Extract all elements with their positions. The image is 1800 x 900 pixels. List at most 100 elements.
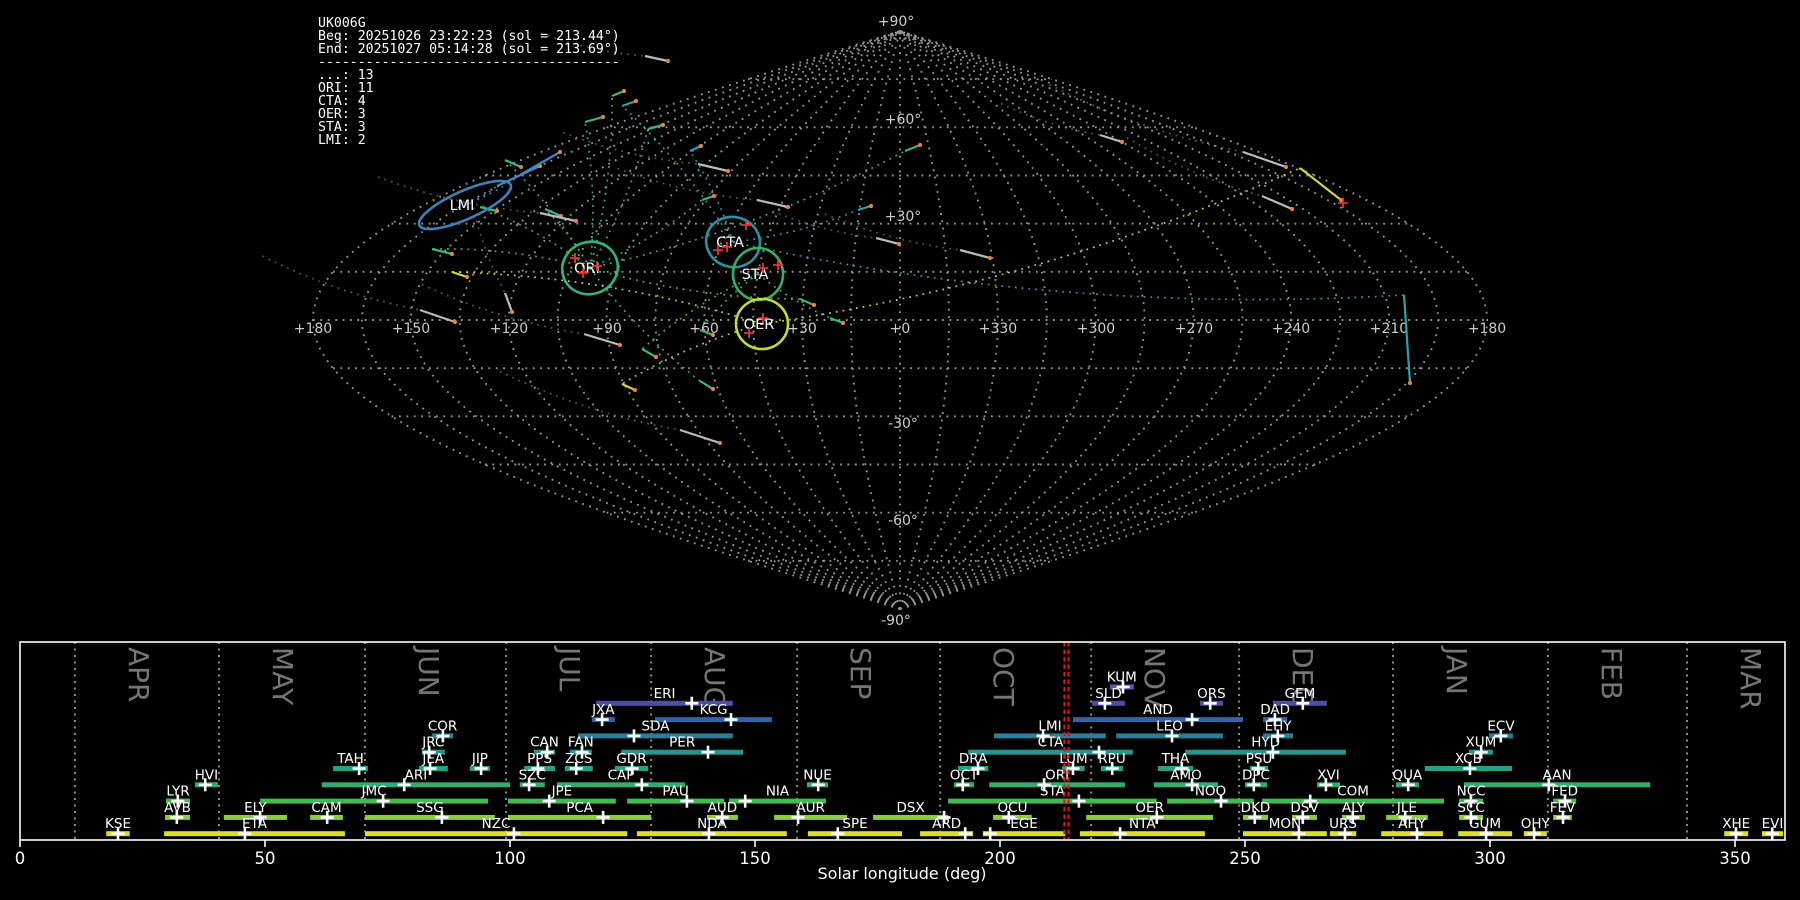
shower-bars: KUM ERI SLD ORS GEM JXA KCG AND DAD COR SDA LMI LEO E… <box>105 670 1783 841</box>
shower-code-label-ORS: ORS <box>1197 686 1226 702</box>
x-tick-label: 0 <box>15 849 26 868</box>
shower-code-label-XVI: XVI <box>1317 767 1339 783</box>
shower-code-label-COM: COM <box>1337 784 1369 800</box>
shower-code-label-JIP: JIP <box>471 751 488 767</box>
ra-axis-label: +90 <box>592 321 622 337</box>
meteor-endpoint-dot <box>573 218 579 224</box>
ra-axis-label: +0 <box>890 321 911 337</box>
shower-code-label-JEA: JEA <box>421 751 445 767</box>
shower-code-label-JRC: JRC <box>421 735 444 751</box>
meteor-endpoint-dot <box>840 320 846 326</box>
shower-code-label-AAN: AAN <box>1543 767 1572 783</box>
meteor-endpoint-dot <box>464 274 470 280</box>
meteor-endpoint-dot <box>785 204 791 210</box>
shower-code-label-SSG: SSG <box>416 800 444 816</box>
shower-code-label-FAN: FAN <box>568 735 594 751</box>
shower-code-label-KSE: KSE <box>105 816 131 832</box>
x-tick-label: 300 <box>1474 849 1506 868</box>
shower-code-label-DKD: DKD <box>1241 800 1271 816</box>
meteor-endpoint-dot <box>633 98 639 104</box>
shower-code-label-EHY: EHY <box>1265 718 1293 734</box>
ra-axis-label: +180 <box>294 321 332 337</box>
meteor-trail <box>431 247 453 256</box>
shower-max-cross-NTA <box>1113 827 1127 841</box>
meteor-trail <box>1299 167 1342 201</box>
meteor-path-extension <box>757 273 831 319</box>
meteor-path-extension <box>589 128 649 269</box>
x-tick-label: 50 <box>255 849 276 868</box>
observation-header: UK006G Beg: 20251026 23:22:23 (sol = 213.… <box>318 17 620 147</box>
ra-axis-label: +300 <box>1077 321 1115 337</box>
meteor-path-extension <box>617 167 758 201</box>
meteor-endpoint-dot <box>653 354 659 360</box>
shower-code-label-NZC: NZC <box>482 816 511 832</box>
shower-code-label-XCB: XCB <box>1455 751 1482 767</box>
shower-code-label-GEM: GEM <box>1285 686 1316 702</box>
shower-code-label-EVI: EVI <box>1762 816 1784 832</box>
radiant-label-LMI: LMI <box>450 198 475 214</box>
month-label: APR <box>122 647 155 703</box>
meridian-line <box>899 30 1097 610</box>
radiant-label-ORI: ORI <box>574 261 600 277</box>
shower-code-label-NOO: NOO <box>1195 784 1226 800</box>
shower-code-label-ARD: ARD <box>932 816 961 832</box>
shower-code-label-COR: COR <box>428 718 457 734</box>
ra-axis-label: +270 <box>1175 321 1213 337</box>
meteor-endpoint-dot <box>710 332 716 338</box>
ra-axis-label: +30 <box>787 321 817 337</box>
meteor-path-extension <box>589 267 801 300</box>
shower-code-label-FEV: FEV <box>1550 800 1576 816</box>
shower-code-label-ZCS: ZCS <box>565 751 592 767</box>
shower-max-cross-EGE <box>983 827 997 841</box>
dec-axis-label: +30° <box>885 209 922 225</box>
shower-code-label-PCA: PCA <box>566 800 594 816</box>
dec-axis-label: +60° <box>885 112 922 128</box>
shower-code-label-ELY: ELY <box>244 800 267 816</box>
shower-code-label-RPU: RPU <box>1098 751 1125 767</box>
meteor-endpoint-dot <box>710 386 716 392</box>
shower-code-label-SLD: SLD <box>1095 686 1122 702</box>
meteor-endpoint-dot <box>509 309 515 315</box>
shower-code-label-AHY: AHY <box>1398 816 1426 832</box>
shower-code-label-XHE: XHE <box>1722 816 1750 832</box>
meteor-trail <box>1402 294 1412 384</box>
shower-code-label-NDA: NDA <box>697 816 727 832</box>
header-line: LMI: 2 <box>318 133 366 148</box>
shower-code-label-MON: MON <box>1269 816 1301 832</box>
meteor-trail <box>621 383 636 391</box>
shower-max-cross-AND <box>1185 713 1199 727</box>
meteor-trail <box>875 236 900 246</box>
meteor-endpoint-dot <box>717 440 723 446</box>
shower-max-cross-STA <box>1072 794 1086 808</box>
shower-code-label-DPC: DPC <box>1242 767 1270 783</box>
shower-code-label-CAP: CAP <box>608 767 635 783</box>
month-label: NOV <box>1138 647 1171 709</box>
month-label: SEP <box>844 647 877 699</box>
shower-code-label-DSX: DSX <box>896 800 924 816</box>
shower-code-label-CTA: CTA <box>1038 735 1065 751</box>
meteor-endpoint-dot <box>1407 380 1413 386</box>
shower-code-label-OER: OER <box>1135 800 1164 816</box>
month-label: MAR <box>1734 647 1767 710</box>
shower-max-cross-PER <box>701 745 715 759</box>
shower-code-label-QUA: QUA <box>1393 767 1424 783</box>
south-pole-label: -90° <box>881 613 911 629</box>
shower-code-label-SZC: SZC <box>519 767 546 783</box>
meteor-endpoint-dot <box>698 143 704 149</box>
shower-max-cross-ERI <box>685 696 699 710</box>
meteor-trail <box>519 151 561 176</box>
meteor-trail <box>621 99 637 108</box>
x-tick-label: 200 <box>984 849 1016 868</box>
shower-code-label-DAD: DAD <box>1260 702 1290 718</box>
x-tick-label: 350 <box>1719 849 1751 868</box>
meteor-endpoint-dot <box>811 302 817 308</box>
meteor-endpoint-dot <box>617 342 623 348</box>
meteor-trail <box>904 143 921 153</box>
meteor-endpoint-dot <box>987 255 993 261</box>
shower-code-label-CAN: CAN <box>530 735 559 751</box>
ra-axis-label: +330 <box>979 321 1017 337</box>
meteor-path-extension <box>544 208 591 269</box>
meteor-path-extension <box>1000 102 1101 136</box>
meteor-trail <box>644 54 669 63</box>
month-label: JAN <box>1440 645 1473 695</box>
